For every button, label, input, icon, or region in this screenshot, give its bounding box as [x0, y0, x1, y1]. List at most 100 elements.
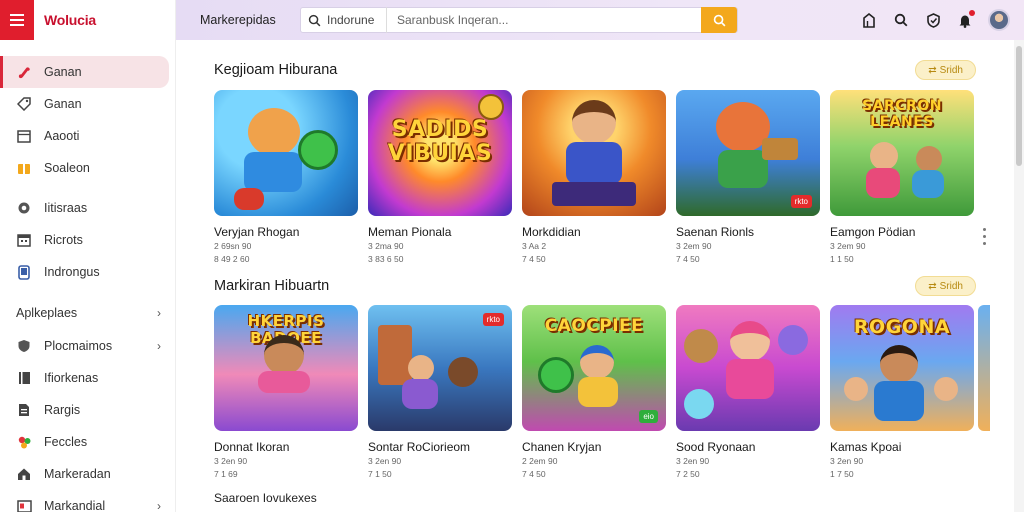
- sidebar-item-plocmaimos[interactable]: Plocmaimos ›: [0, 330, 175, 362]
- game-card[interactable]: SADIDS VIBUIAS Meman Pionala 3 2ma 90 3 …: [368, 90, 512, 265]
- section-button-label: Sridh: [939, 64, 963, 76]
- section-header: Markiran Hibuartn ⇄ Sridh: [214, 276, 976, 296]
- section-see-all-button[interactable]: ⇄ Sridh: [915, 60, 976, 80]
- character-art: [248, 108, 300, 156]
- character-art: [234, 188, 264, 210]
- game-logo-text: ROGONA: [853, 316, 951, 338]
- character-art: [258, 371, 310, 393]
- game-title: Chanen Kryjan: [522, 440, 602, 454]
- game-thumbnail[interactable]: [676, 305, 820, 431]
- market-label[interactable]: Markerepidas: [200, 13, 300, 27]
- sidebar-item-indrongus[interactable]: Indrongus: [0, 256, 175, 288]
- calendar-icon: [16, 232, 32, 248]
- section-see-all-button[interactable]: ⇄ Sridh: [915, 276, 976, 296]
- character-art: [448, 357, 478, 387]
- sidebar-item-label: Markeradan: [44, 467, 111, 481]
- game-title: Meman Pionala: [368, 225, 452, 239]
- shield-icon[interactable]: [924, 11, 942, 29]
- sidebar-item-ganan[interactable]: Ganan: [0, 88, 175, 120]
- game-title: Donnat Ikoran: [214, 440, 290, 454]
- game-logo-text: CAOCPIEE: [544, 316, 644, 336]
- character-art: [298, 130, 338, 170]
- sidebar-item-feccles[interactable]: Feccles: [0, 426, 175, 458]
- game-card[interactable]: rkto Sontar RoCiorieom 3 2en 90 7 1 50: [368, 305, 512, 480]
- game-title: Veryjan Rhogan: [214, 225, 300, 239]
- search-icon[interactable]: [892, 11, 910, 29]
- game-thumbnail[interactable]: rkto: [676, 90, 820, 216]
- search-button[interactable]: [701, 7, 737, 33]
- game-title: Kamas Kpoai: [830, 440, 902, 454]
- sidebar-item-markandial[interactable]: Markandial ›: [0, 490, 175, 512]
- chevron-right-icon: ›: [157, 306, 161, 320]
- document-icon: [16, 402, 32, 418]
- notification-bell-icon[interactable]: [956, 10, 975, 29]
- menu-button[interactable]: [0, 0, 34, 40]
- section-button-label: Sridh: [939, 280, 963, 292]
- scrollbar-thumb[interactable]: [1016, 46, 1022, 166]
- more-options-icon[interactable]: [983, 228, 986, 245]
- game-thumbnail[interactable]: [214, 90, 358, 216]
- game-meta: 7 1 69: [214, 469, 238, 479]
- section-title: Markiran Hibuartn: [214, 278, 330, 294]
- character-art: [844, 377, 868, 401]
- sidebar-item-markeradan[interactable]: Markeradan: [0, 458, 175, 490]
- sidebar-item-iitisraas[interactable]: Iitisraas: [0, 192, 175, 224]
- game-card[interactable]: Morkdidian 3 Aa 2 7 4 50: [522, 90, 666, 265]
- game-thumbnail[interactable]: CAOCPIEE eio: [522, 305, 666, 431]
- game-row: HKERPIS BADOEE Donnat Ikoran 3 2en 90 7 …: [214, 305, 974, 480]
- game-card[interactable]: Sood Ryonaan 3 2en 90 7 2 50: [676, 305, 820, 480]
- avatar[interactable]: [988, 9, 1010, 31]
- brand-area: Wolucia: [0, 0, 176, 40]
- game-title: Eamgon Pödian: [830, 225, 916, 239]
- character-art: [726, 359, 774, 399]
- chevron-right-icon: ›: [157, 499, 161, 512]
- library-icon[interactable]: [860, 11, 878, 29]
- menu-icon-line: [10, 14, 24, 16]
- sidebar-item-ifiorkenas[interactable]: Ifiorkenas: [0, 362, 175, 394]
- next-card-peek[interactable]: [978, 305, 990, 431]
- character-art: [880, 345, 918, 383]
- search-input[interactable]: [387, 13, 701, 27]
- game-card[interactable]: SARCRON LEANES Eamgon Pödian 3 2em 90 1 …: [830, 90, 974, 265]
- section-title: Saaroen Iovukexes: [214, 491, 317, 505]
- game-card[interactable]: ROGONA Kamas Kpoai 3 2en 90 1 7 50: [830, 305, 974, 480]
- game-thumbnail[interactable]: [522, 90, 666, 216]
- main-content: Kegjioam Hiburana ⇄ Sridh Veryjan Rhogan…: [178, 40, 1014, 512]
- building-art: [378, 325, 412, 385]
- brand-logo[interactable]: Wolucia: [44, 12, 96, 28]
- sidebar-item-label: Iitisraas: [44, 201, 88, 215]
- page-scrollbar[interactable]: [1014, 40, 1024, 512]
- character-art: [408, 355, 434, 381]
- search-bar: Indorune: [300, 7, 738, 33]
- character-art: [566, 142, 622, 184]
- game-meta: 3 2en 90: [830, 456, 864, 466]
- game-card[interactable]: rkto Saenan Rionls 3 2em 90 7 4 50: [676, 90, 820, 265]
- gift-icon: [16, 160, 32, 176]
- arrows-icon: ⇄: [928, 64, 937, 76]
- character-art: [912, 170, 944, 198]
- game-thumbnail[interactable]: SARCRON LEANES: [830, 90, 974, 216]
- camera-icon: [16, 200, 32, 216]
- game-card[interactable]: CAOCPIEE eio Chanen Kryjan 2 2em 90 7 4 …: [522, 305, 666, 480]
- sidebar-item-label: Ifiorkenas: [44, 371, 99, 385]
- game-card[interactable]: Veryjan Rhogan 2 69sn 90 8 49 2 60: [214, 90, 358, 265]
- sidebar-item-ganan-active[interactable]: Ganan: [0, 56, 169, 88]
- shield-icon: [16, 338, 32, 354]
- sidebar-item-soaleon[interactable]: Soaleon: [0, 152, 175, 184]
- game-meta: 8 49 2 60: [214, 254, 250, 264]
- game-meta: 3 Aa 2: [522, 241, 547, 251]
- window-icon: [16, 128, 32, 144]
- sidebar-item-label: Plocmaimos: [44, 339, 113, 353]
- sidebar-item-aaooti[interactable]: Aaooti: [0, 120, 175, 152]
- search-scope-dropdown[interactable]: Indorune: [327, 7, 387, 33]
- game-card[interactable]: HKERPIS BADOEE Donnat Ikoran 3 2en 90 7 …: [214, 305, 358, 480]
- game-thumbnail[interactable]: rkto: [368, 305, 512, 431]
- game-thumbnail[interactable]: SADIDS VIBUIAS: [368, 90, 512, 216]
- sidebar-item-rargis[interactable]: Rargis: [0, 394, 175, 426]
- gamepad-icon: [16, 64, 32, 80]
- game-thumbnail[interactable]: HKERPIS BADOEE: [214, 305, 358, 431]
- sidebar-section-aplkeplaes[interactable]: Aplkeplaes ›: [0, 296, 175, 330]
- game-thumbnail[interactable]: ROGONA: [830, 305, 974, 431]
- top-bar: Wolucia Markerepidas Indorune: [0, 0, 1024, 40]
- sidebar-item-ricrots[interactable]: Ricrots: [0, 224, 175, 256]
